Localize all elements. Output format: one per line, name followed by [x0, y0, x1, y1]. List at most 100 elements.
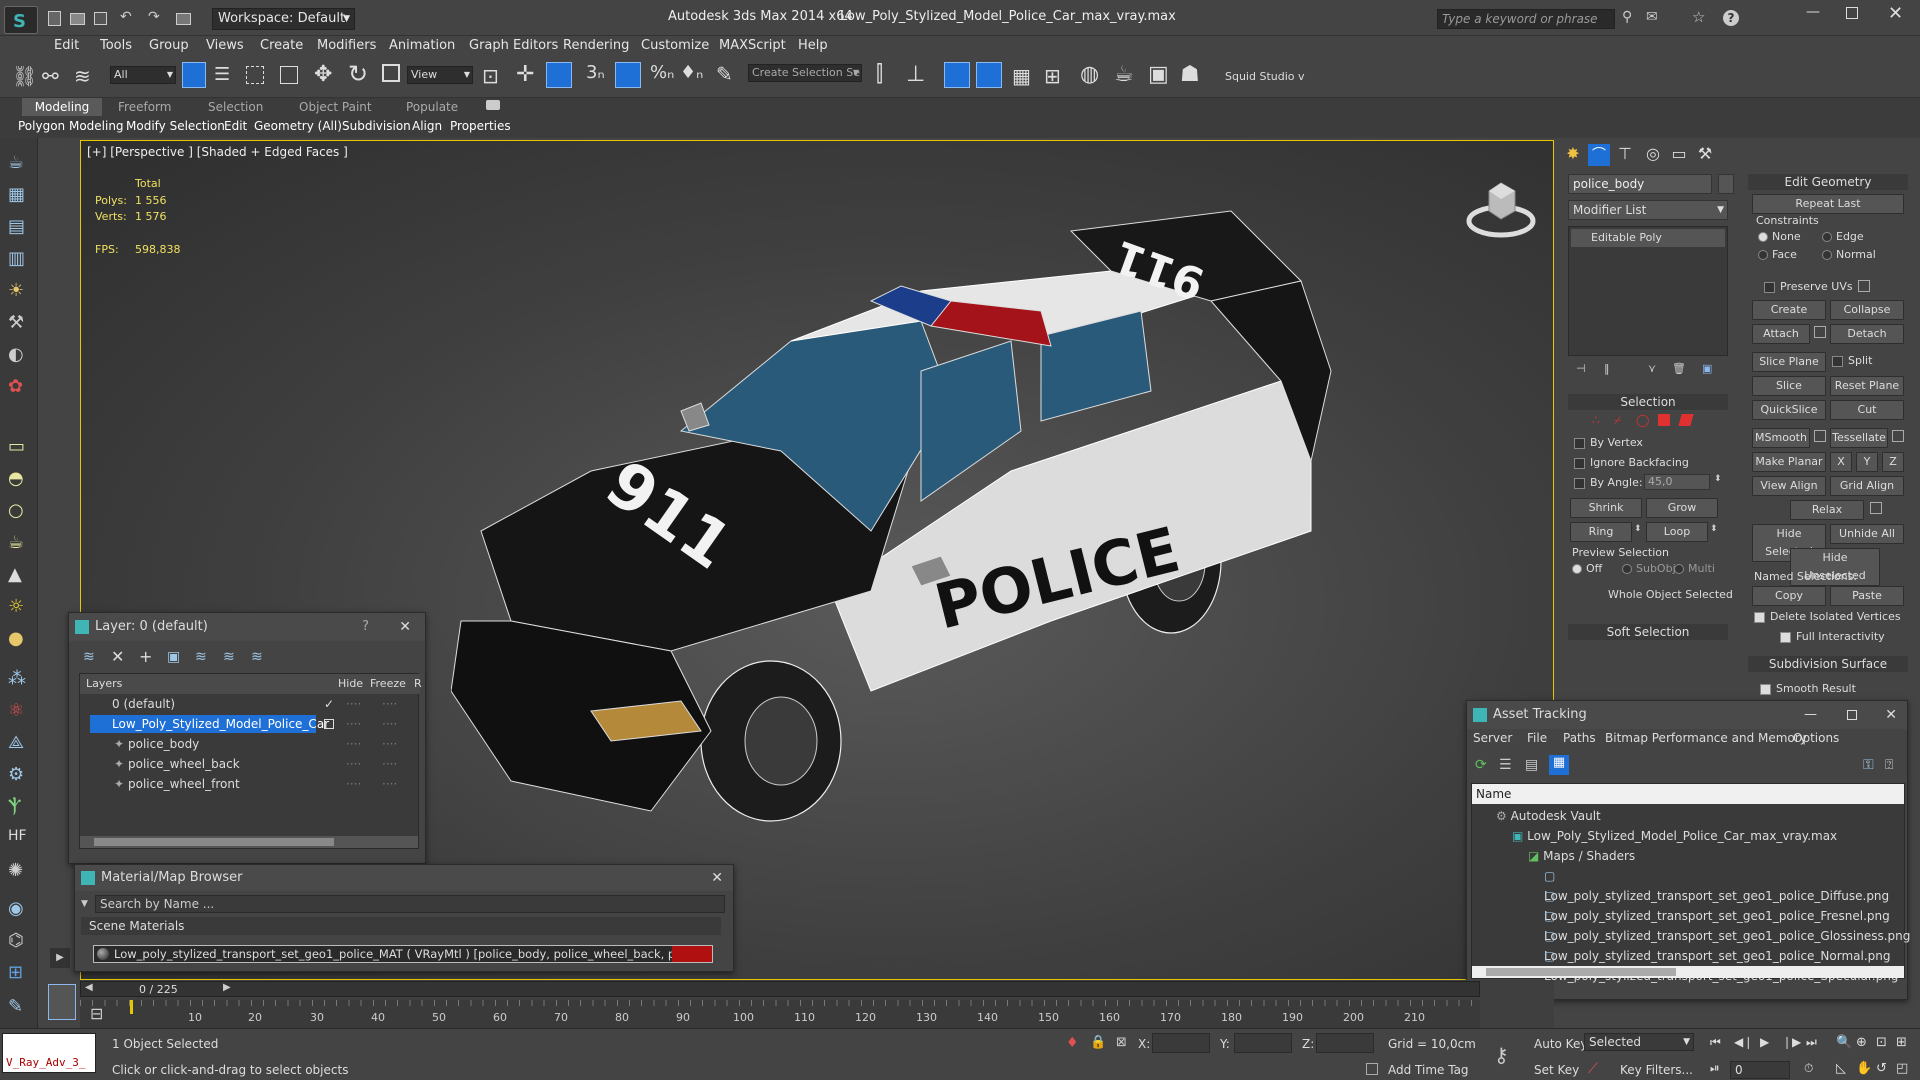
menu-edit[interactable]: Edit [54, 38, 79, 53]
minimize-icon[interactable]: — [1806, 4, 1820, 20]
cut-button[interactable]: Cut [1830, 400, 1904, 420]
percent-snap-icon[interactable]: %ₙ [650, 62, 674, 83]
layer-row[interactable]: ✦ police_body ···· ···· [80, 734, 420, 754]
set-key-button[interactable]: Set Key [1534, 1063, 1579, 1077]
hide-toggle[interactable]: ···· [346, 734, 361, 754]
mini-curve-editor-icon[interactable]: ⊟ [90, 1004, 103, 1023]
planar-x-button[interactable]: X [1830, 452, 1852, 472]
align-icon[interactable]: ⊥ [906, 62, 925, 87]
hide-all-layers-icon[interactable]: ≋ [223, 649, 235, 665]
add-time-tag-icon[interactable] [1366, 1063, 1378, 1075]
object-name-field[interactable]: police_body [1568, 174, 1712, 194]
dome-tool-icon[interactable]: ◓ [8, 468, 24, 489]
time-slider-prev-icon[interactable]: ◀ [85, 982, 93, 993]
by-vertex-checkbox[interactable] [1574, 438, 1585, 449]
split-checkbox[interactable] [1832, 356, 1843, 367]
asset-help-icon[interactable]: ⍰ [1885, 757, 1893, 773]
chevron-down-icon[interactable]: ▼ [81, 899, 88, 909]
close-icon[interactable]: ✕ [1888, 3, 1903, 24]
relax-button[interactable]: Relax [1790, 500, 1864, 520]
view-align-button[interactable]: View Align [1752, 476, 1826, 496]
key-mode-toggle-icon[interactable]: ⏯ [1710, 1061, 1720, 1076]
utilities-tab-icon[interactable]: ⚒ [1694, 144, 1716, 166]
time-config-icon[interactable]: ⏱ [1804, 1061, 1813, 1076]
teapot-tool-icon[interactable]: ☕ [8, 152, 24, 173]
tessellate-settings-icon[interactable] [1892, 430, 1904, 442]
link-icon[interactable]: ⛓ [12, 64, 37, 88]
object-color-swatch[interactable] [1718, 174, 1734, 194]
preserve-uvs-checkbox[interactable] [1764, 282, 1775, 293]
named-selection-set-dropdown[interactable]: Create Selection Se ▼ [748, 64, 862, 82]
scrollbar-thumb[interactable] [1486, 968, 1676, 976]
asset-menu-bitmap-performance[interactable]: Bitmap Performance and Memory [1605, 731, 1807, 745]
viewport-label[interactable]: [+] [Perspective ] [Shaded + Edged Faces… [87, 145, 348, 159]
loop-spinner-icon[interactable]: ⬍ [1710, 524, 1718, 534]
menu-maxscript[interactable]: MAXScript [719, 38, 786, 53]
material-browser-header[interactable]: Material/Map Browser ✕ [75, 865, 733, 891]
unhide-all-button[interactable]: Unhide All [1830, 524, 1904, 544]
shrink-button[interactable]: Shrink [1570, 498, 1642, 518]
absolute-mode-icon[interactable]: ⊠ [1116, 1035, 1127, 1050]
atom-tool-icon[interactable]: ⚛ [8, 700, 24, 721]
squid-studio-label[interactable]: Squid Studio v [1225, 70, 1305, 83]
script-tool-icon[interactable]: ⌬ [8, 930, 24, 951]
ribbon-tab-object-paint[interactable]: Object Paint [299, 98, 372, 116]
ribbon-geometry-all[interactable]: Geometry (All) [254, 119, 342, 133]
undo-icon[interactable]: ↶ [120, 9, 132, 25]
menu-modifiers[interactable]: Modifiers [317, 38, 376, 53]
save-file-icon[interactable] [94, 12, 107, 25]
collapse-button[interactable]: Collapse [1830, 300, 1904, 320]
ribbon-properties[interactable]: Properties [450, 119, 511, 133]
globe-tool-icon[interactable]: ◉ [8, 898, 24, 919]
app-logo-button[interactable]: S [4, 6, 38, 34]
ribbon-align[interactable]: Align [412, 119, 442, 133]
scene-materials-section[interactable]: Scene Materials [81, 917, 721, 935]
by-angle-spinner-icon[interactable]: ⬍ [1714, 474, 1722, 484]
key-filter-icon[interactable]: ⟋ [1588, 1061, 1598, 1077]
border-mode-icon[interactable]: ◯ [1636, 413, 1649, 427]
create-button[interactable]: Create [1752, 300, 1826, 320]
ring-spinner-icon[interactable]: ⬍ [1634, 524, 1642, 534]
time-slider-next-icon[interactable]: ▶ [223, 982, 231, 993]
show-end-result-icon[interactable]: ‖ [1604, 362, 1610, 375]
freeze-toggle[interactable]: ···· [382, 734, 397, 754]
menu-group[interactable]: Group [149, 38, 189, 53]
delete-isolated-checkbox[interactable] [1754, 612, 1765, 623]
ribbon-polygon-modeling[interactable]: Polygon Modeling [18, 119, 124, 133]
layer-row[interactable]: ✦ police_wheel_front ···· ···· [80, 774, 420, 794]
trackbar[interactable] [80, 1000, 1480, 1028]
select-by-name-icon[interactable]: ☰ [214, 64, 230, 85]
table-view-icon[interactable]: ▤ [1525, 757, 1538, 773]
close-icon[interactable]: ✕ [1885, 701, 1897, 729]
asset-row[interactable]: ▢ Low_poly_stylized_transport_set_geo1_p… [1544, 906, 1910, 943]
rendered-frame-window-icon[interactable]: ▣ [1148, 62, 1169, 87]
modify-tab-icon[interactable]: ⌒ [1588, 144, 1610, 166]
ribbon-options-icon[interactable] [486, 100, 500, 110]
menu-help[interactable]: Help [798, 38, 828, 53]
asset-row[interactable]: ▢ Low_poly_stylized_transport_set_geo1_p… [1544, 866, 1904, 903]
asset-row[interactable]: ▢ Low_poly_stylized_transport_set_geo1_p… [1544, 886, 1904, 923]
curve-editor-icon[interactable]: ▦ [1012, 64, 1031, 88]
layer-row[interactable]: ✦ police_wheel_back ···· ···· [80, 754, 420, 774]
render-setup-icon[interactable]: ☕ [1114, 62, 1134, 87]
time-slider[interactable]: ◀ 0 / 225 ▶ [80, 981, 1480, 997]
angle-snap-icon[interactable] [615, 62, 641, 88]
freeze-toggle[interactable]: ···· [382, 774, 397, 794]
asset-menu-file[interactable]: File [1527, 731, 1547, 745]
reset-plane-button[interactable]: Reset Plane [1830, 376, 1904, 396]
binoculars-icon[interactable]: ⚲ [1622, 9, 1632, 25]
key-filters-button[interactable]: Key Filters... [1620, 1063, 1693, 1077]
menu-create[interactable]: Create [260, 38, 303, 53]
goto-start-icon[interactable]: ⏮ [1710, 1035, 1721, 1050]
open-file-icon[interactable] [70, 13, 85, 25]
menu-animation[interactable]: Animation [389, 38, 455, 53]
hide-toggle[interactable]: ···· [346, 694, 361, 714]
lock-icon[interactable]: 🔒 [1090, 1035, 1106, 1050]
constraint-normal-radio[interactable] [1822, 250, 1832, 260]
constraint-face-radio[interactable] [1758, 250, 1768, 260]
render-production-icon[interactable]: ☗ [1180, 62, 1200, 87]
pyramid-tool-icon[interactable]: ⟁ [8, 732, 24, 753]
preserve-uvs-settings-icon[interactable] [1858, 280, 1870, 292]
subdivision-surface-rollout-header[interactable]: Subdivision Surface [1748, 656, 1908, 672]
ribbon-edit[interactable]: Edit [224, 119, 247, 133]
